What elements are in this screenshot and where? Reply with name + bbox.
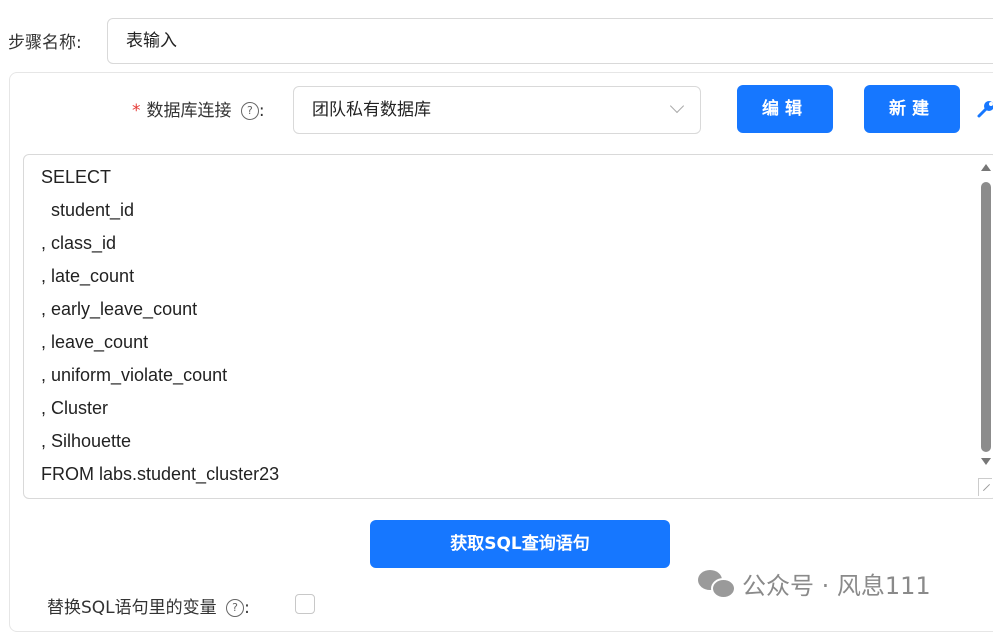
help-circle-icon[interactable]: ? [226, 599, 245, 617]
get-sql-button[interactable]: 获取SQL查询语句 [370, 520, 670, 568]
step-name-input[interactable]: 表输入 [107, 18, 993, 64]
wechat-icon [698, 568, 736, 599]
db-connection-text: 数据库连接 [146, 101, 232, 121]
sql-scrollbar[interactable] [979, 160, 993, 498]
sql-line: , leave_count [41, 332, 149, 352]
sql-line: , early_leave_count [41, 299, 198, 319]
tool-icon[interactable] [975, 98, 993, 120]
db-connection-selected: 团队私有数据库 [312, 100, 431, 120]
required-mark: * [132, 101, 141, 121]
resize-icon[interactable] [978, 478, 992, 496]
sql-line: , class_id [41, 233, 117, 253]
sql-line: , Cluster [41, 398, 109, 418]
db-connection-label: * 数据库连接 ?: [132, 96, 265, 121]
chevron-down-icon [669, 98, 685, 114]
step-name-label: 步骤名称: [8, 33, 82, 53]
sql-editor[interactable]: SELECT student_id , class_id , late_coun… [23, 154, 993, 499]
watermark-text: 公众号 · 风息111 [742, 571, 931, 600]
replace-variables-checkbox[interactable] [295, 594, 315, 614]
sql-line: , Silhouette [41, 431, 132, 451]
replace-variables-text: 替换SQL语句里的变量 [47, 598, 217, 618]
db-connection-colon: : [258, 101, 265, 121]
replace-variables-colon: : [244, 598, 250, 618]
sql-line: student_id [41, 200, 135, 220]
scroll-down-icon[interactable] [981, 458, 991, 465]
watermark: 公众号 · 风息111 [698, 566, 931, 600]
sql-line: , late_count [41, 266, 135, 286]
help-circle-icon[interactable]: ? [240, 102, 259, 120]
replace-variables-label: 替换SQL语句里的变量 ?: [47, 593, 250, 618]
edit-button[interactable]: 编辑 [737, 85, 833, 133]
new-button[interactable]: 新建 [864, 85, 960, 133]
scroll-up-icon[interactable] [981, 164, 991, 171]
sql-line: FROM labs.student_cluster23 [41, 464, 280, 484]
sql-line: SELECT [41, 167, 112, 187]
scroll-thumb[interactable] [981, 182, 991, 452]
sql-line: , uniform_violate_count [41, 365, 228, 385]
db-connection-select[interactable]: 团队私有数据库 [293, 86, 701, 134]
